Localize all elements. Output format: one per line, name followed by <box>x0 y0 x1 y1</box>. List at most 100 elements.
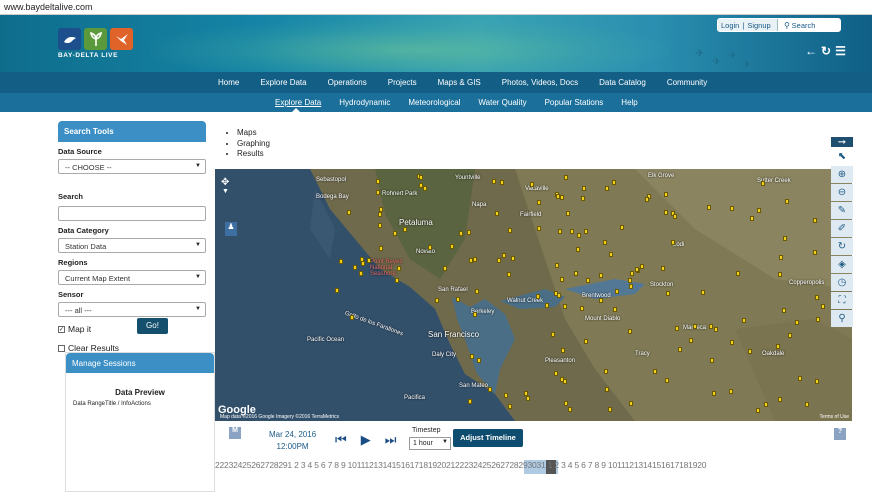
station-marker[interactable] <box>677 347 682 353</box>
clear-results-checkbox[interactable] <box>58 344 65 352</box>
station-marker[interactable] <box>566 210 571 216</box>
station-marker[interactable] <box>568 406 573 412</box>
station-marker[interactable] <box>419 182 424 188</box>
station-marker[interactable] <box>582 186 586 192</box>
extent-icon[interactable]: ⛶ <box>831 292 853 309</box>
station-marker[interactable] <box>570 229 575 235</box>
station-marker[interactable] <box>530 181 535 187</box>
regions-select[interactable]: Current Map Extent ▼ <box>58 270 206 285</box>
station-marker[interactable] <box>377 212 382 218</box>
station-marker[interactable] <box>714 327 719 333</box>
play-icon[interactable]: ▶ <box>361 432 371 448</box>
skip-back-icon[interactable]: ⏮ <box>335 432 347 448</box>
station-marker[interactable] <box>628 284 633 290</box>
pointer-icon[interactable]: ⬉ <box>831 148 853 165</box>
station-marker[interactable] <box>508 403 513 409</box>
station-marker[interactable] <box>670 239 675 245</box>
station-marker[interactable] <box>755 407 760 413</box>
station-marker[interactable] <box>666 291 670 297</box>
station-marker[interactable] <box>554 290 559 296</box>
station-marker[interactable] <box>376 190 381 196</box>
station-marker[interactable] <box>435 298 440 303</box>
station-marker[interactable] <box>663 191 668 197</box>
layers-icon[interactable]: ◈ <box>831 256 853 273</box>
chevron-down-icon[interactable]: ▼ <box>222 188 229 195</box>
station-marker[interactable] <box>814 294 819 300</box>
station-marker[interactable] <box>612 179 617 185</box>
station-marker[interactable] <box>574 271 579 277</box>
station-marker[interactable] <box>557 228 562 234</box>
station-marker[interactable] <box>467 229 472 235</box>
station-marker[interactable] <box>613 307 618 313</box>
map-it-checkbox[interactable]: ✓ <box>58 325 65 333</box>
station-marker[interactable] <box>804 401 809 407</box>
refresh-icon[interactable]: ↻ <box>821 45 831 57</box>
station-marker[interactable] <box>418 174 423 180</box>
station-marker[interactable] <box>375 178 380 184</box>
station-marker[interactable] <box>496 258 501 263</box>
station-marker[interactable] <box>736 270 741 276</box>
station-marker[interactable] <box>675 326 680 332</box>
timeline-mode-button[interactable]: M <box>229 427 241 439</box>
station-marker[interactable] <box>474 288 479 294</box>
data-category-select[interactable]: Station Data ▼ <box>58 238 206 253</box>
station-marker[interactable] <box>634 266 639 272</box>
go-button[interactable]: Go! <box>137 318 168 334</box>
station-marker[interactable] <box>821 304 826 310</box>
station-marker[interactable] <box>526 396 531 402</box>
station-marker[interactable] <box>500 180 505 186</box>
station-marker[interactable] <box>347 210 352 216</box>
station-marker[interactable] <box>782 307 787 313</box>
ruler-icon[interactable]: ✐ <box>831 220 853 237</box>
station-marker[interactable] <box>798 376 803 382</box>
nav-projects[interactable]: Projects <box>388 78 417 87</box>
station-marker[interactable] <box>560 195 565 201</box>
pan-arrows-icon[interactable]: ✥ <box>221 177 229 188</box>
station-marker[interactable] <box>477 357 482 363</box>
station-marker[interactable] <box>473 256 478 262</box>
station-marker[interactable] <box>629 400 634 406</box>
station-marker[interactable] <box>564 174 569 180</box>
station-marker[interactable] <box>603 239 608 245</box>
station-marker[interactable] <box>554 262 559 268</box>
station-marker[interactable] <box>783 236 788 242</box>
station-marker[interactable] <box>349 315 354 321</box>
station-marker[interactable] <box>510 256 515 262</box>
station-marker[interactable] <box>628 329 633 335</box>
timeline-day-ticks[interactable]: 22232425262728291 2 3 4 5 6 7 8 9 101112… <box>215 460 872 474</box>
station-marker[interactable] <box>728 388 733 394</box>
station-marker[interactable] <box>428 245 433 251</box>
station-marker[interactable] <box>379 245 384 251</box>
station-marker[interactable] <box>580 195 585 201</box>
station-marker[interactable] <box>607 406 612 412</box>
station-marker[interactable] <box>629 270 634 276</box>
station-marker[interactable] <box>608 251 613 257</box>
station-marker[interactable] <box>710 357 715 363</box>
station-marker[interactable] <box>507 228 512 234</box>
magnifier-icon[interactable]: ⚲ <box>831 310 853 327</box>
station-marker[interactable] <box>764 401 769 407</box>
station-marker[interactable] <box>536 199 541 205</box>
adjust-timeline-button[interactable]: Adjust Timeline <box>453 429 523 447</box>
station-marker[interactable] <box>560 277 565 283</box>
station-marker[interactable] <box>544 303 549 309</box>
arrow-right-icon[interactable]: ➞ <box>831 137 853 148</box>
station-marker[interactable] <box>664 210 669 216</box>
station-marker[interactable] <box>708 324 713 330</box>
station-marker[interactable] <box>560 347 565 353</box>
station-marker[interactable] <box>619 224 624 230</box>
station-marker[interactable] <box>730 340 735 346</box>
station-marker[interactable] <box>423 185 428 191</box>
satellite-map[interactable]: Sebastopol Rohnert Park Bodega Bay Petal… <box>215 169 852 421</box>
station-marker[interactable] <box>776 343 781 349</box>
station-marker[interactable] <box>442 266 447 272</box>
map-terms-link[interactable]: Terms of Use <box>820 414 849 420</box>
station-marker[interactable] <box>458 231 463 237</box>
map-pan-controls[interactable]: ✥ ▼ <box>221 177 229 195</box>
tab-results[interactable]: Results <box>237 149 270 158</box>
station-marker[interactable] <box>627 277 632 283</box>
nav-home[interactable]: Home <box>218 78 239 87</box>
station-marker[interactable] <box>812 250 817 256</box>
station-marker[interactable] <box>403 226 407 232</box>
station-marker[interactable] <box>756 208 761 214</box>
